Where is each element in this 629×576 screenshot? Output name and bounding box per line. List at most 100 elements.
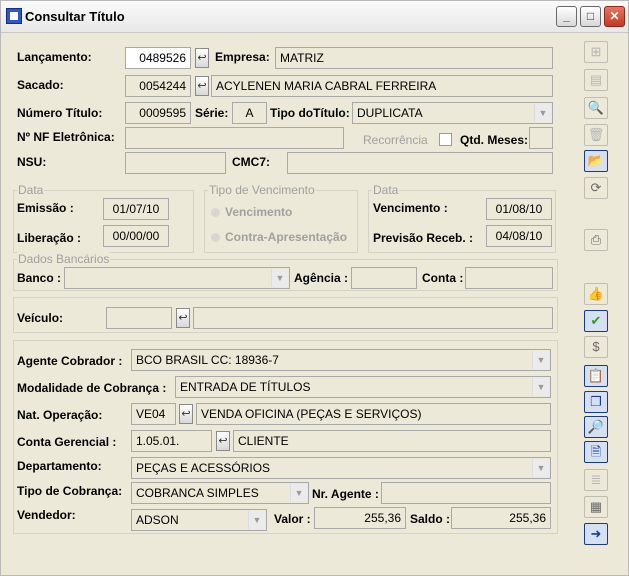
conta-gerencial-lookup-icon[interactable]: ↩ — [216, 431, 230, 451]
veiculo-code-field[interactable] — [106, 307, 172, 329]
refresh-button[interactable]: ⟳ — [584, 177, 608, 199]
conta-gerencial-label: Conta Gerencial : — [17, 435, 117, 449]
conta-field[interactable] — [465, 267, 553, 289]
valor-label: Valor : — [274, 512, 311, 526]
nat-operacao-lookup-icon[interactable]: ↩ — [179, 404, 193, 424]
sacado-lookup-icon[interactable]: ↩ — [195, 76, 209, 96]
veiculo-lookup-icon[interactable]: ↩ — [176, 308, 190, 328]
exit-button[interactable]: ➜ — [584, 523, 608, 545]
veiculo-desc-field[interactable] — [193, 307, 553, 329]
nf-eletronica-field[interactable] — [125, 127, 344, 149]
tipo-vencimento-title: Tipo de Vencimento — [208, 183, 316, 197]
emissao-field[interactable]: 01/07/10 — [103, 198, 169, 220]
preview-button[interactable]: 🔍 — [584, 97, 608, 119]
thumbs-up-icon: 👍 — [587, 286, 605, 301]
tipo-cobranca-value: COBRANCA SIMPLES — [136, 486, 259, 500]
nat-operacao-label: Nat. Operação: — [17, 408, 103, 422]
vencimento-radio[interactable] — [211, 208, 220, 217]
tipo-titulo-select[interactable]: DUPLICATA ▼ — [352, 102, 553, 124]
chevron-down-icon[interactable]: ▼ — [534, 104, 551, 122]
sacado-label: Sacado: — [17, 78, 64, 92]
clipboard-icon: 📋 — [587, 368, 605, 383]
saldo-field[interactable]: 255,36 — [451, 507, 551, 529]
payment-button[interactable]: $ — [584, 336, 608, 358]
agente-cobrador-value: BCO BRASIL CC: 18936-7 — [136, 353, 279, 367]
serie-field[interactable]: A — [232, 102, 267, 124]
numero-titulo-field[interactable]: 0009595 — [125, 102, 191, 124]
vendedor-select[interactable]: ADSON ▼ — [131, 509, 267, 531]
clipboard-button[interactable]: 📋 — [584, 365, 608, 387]
valor-field[interactable]: 255,36 — [314, 507, 406, 529]
copy-button[interactable]: ❐ — [584, 391, 608, 413]
emissao-label: Emissão : — [17, 201, 74, 215]
edit-table-icon: ▤ — [589, 72, 603, 87]
lancamento-field[interactable]: 0489526 — [125, 47, 191, 69]
delete-button[interactable]: 🗑 — [584, 124, 608, 146]
departamento-value: PEÇAS E ACESSÓRIOS — [136, 461, 271, 475]
qtd-meses-field[interactable] — [529, 127, 553, 149]
chevron-down-icon[interactable]: ▼ — [532, 459, 549, 477]
title-bar: Consultar Título _ □ ✕ — [1, 1, 628, 33]
chevron-down-icon[interactable]: ▼ — [248, 511, 265, 529]
exit-icon: ➜ — [590, 526, 602, 541]
nr-agente-field[interactable] — [381, 482, 551, 504]
calculator-button[interactable]: ▦ — [584, 496, 608, 518]
lancamento-lookup-icon[interactable]: ↩ — [195, 48, 209, 68]
vendedor-value: ADSON — [136, 513, 179, 527]
empresa-field[interactable]: MATRIZ — [275, 47, 553, 69]
cmc7-field[interactable] — [287, 152, 553, 174]
search-document-button[interactable]: 🔎 — [584, 416, 608, 438]
close-button[interactable]: ✕ — [604, 6, 625, 27]
edit-table-button[interactable]: ▤ — [584, 69, 608, 91]
minimize-button[interactable]: _ — [556, 6, 577, 27]
maximize-button[interactable]: □ — [580, 6, 601, 27]
qtd-meses-label: Qtd. Meses: — [460, 133, 529, 147]
chevron-down-icon[interactable]: ▼ — [532, 351, 549, 369]
previsao-field[interactable]: 04/08/10 — [486, 225, 552, 247]
banco-select[interactable]: ▼ — [64, 267, 290, 289]
agencia-label: Agência : — [294, 271, 349, 285]
chevron-down-icon[interactable]: ▼ — [271, 269, 288, 287]
sacado-code-field[interactable]: 0054244 — [125, 75, 191, 97]
departamento-select[interactable]: PEÇAS E ACESSÓRIOS ▼ — [131, 457, 551, 479]
nat-operacao-desc-field[interactable]: VENDA OFICINA (PEÇAS E SERVIÇOS) — [196, 403, 551, 425]
nat-operacao-code-field[interactable]: VE04 — [131, 403, 176, 425]
agente-cobrador-select[interactable]: BCO BRASIL CC: 18936-7 ▼ — [131, 349, 551, 371]
empresa-label: Empresa: — [215, 50, 270, 64]
contra-apresentacao-radio[interactable] — [211, 233, 220, 242]
chevron-down-icon[interactable]: ▼ — [290, 484, 307, 502]
serie-label: Série: — [195, 106, 229, 120]
sacado-name-field[interactable]: ACYLENEN MARIA CABRAL FERREIRA — [211, 75, 553, 97]
tipo-titulo-value: DUPLICATA — [357, 106, 423, 120]
conta-gerencial-code-field[interactable]: 1.05.01. — [131, 430, 212, 452]
data-group-right-title: Data — [372, 183, 400, 197]
report-icon: 🗎 — [590, 444, 602, 459]
nr-agente-label: Nr. Agente : — [312, 487, 379, 501]
data-group-left-title: Data — [17, 183, 45, 197]
list-search-button[interactable]: ≣ — [584, 469, 608, 491]
conta-gerencial-desc-field[interactable]: CLIENTE — [233, 430, 551, 452]
modalidade-select[interactable]: ENTRADA DE TÍTULOS ▼ — [175, 376, 551, 398]
open-button[interactable]: 📂 — [584, 150, 608, 172]
approve-button[interactable]: 👍 — [584, 283, 608, 305]
agencia-field[interactable] — [351, 267, 417, 289]
chevron-down-icon[interactable]: ▼ — [532, 378, 549, 396]
banco-label: Banco : — [17, 271, 62, 285]
tipo-cobranca-label: Tipo de Cobrança: — [17, 484, 123, 498]
insert-row-button[interactable]: ⊞ — [584, 41, 608, 63]
print-button[interactable]: ⎙ — [584, 229, 608, 251]
tipo-cobranca-select[interactable]: COBRANCA SIMPLES ▼ — [131, 482, 309, 504]
confirm-button[interactable]: ✔ — [584, 310, 608, 332]
dados-bancarios-title: Dados Bancários — [17, 252, 111, 266]
cmc7-label: CMC7: — [232, 155, 270, 169]
numero-titulo-label: Número Título: — [17, 106, 103, 120]
calculator-icon: ▦ — [589, 499, 603, 514]
nsu-field[interactable] — [125, 152, 226, 174]
report-button[interactable]: 🗎 — [584, 441, 608, 463]
recorrencia-checkbox[interactable] — [439, 133, 452, 146]
liberacao-field[interactable]: 00/00/00 — [103, 225, 169, 247]
nf-eletronica-label: Nº NF Eletrônica: — [17, 130, 115, 144]
app-icon — [6, 8, 22, 24]
veiculo-label: Veículo: — [17, 311, 64, 325]
vencimento-field[interactable]: 01/08/10 — [486, 198, 552, 220]
